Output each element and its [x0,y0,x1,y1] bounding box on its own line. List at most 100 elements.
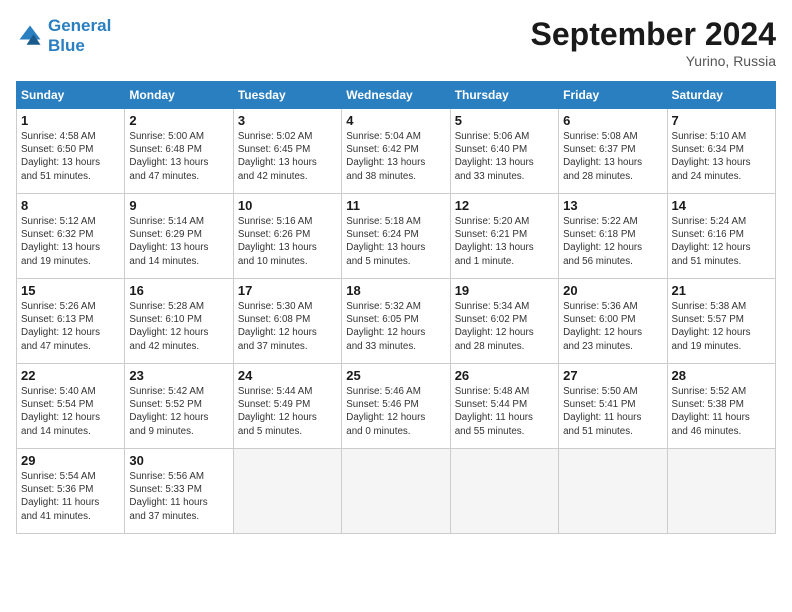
day-info: Sunrise: 5:30 AM Sunset: 6:08 PM Dayligh… [238,300,337,353]
calendar-cell: 29 Sunrise: 5:54 AM Sunset: 5:36 PM Dayli… [17,449,125,534]
day-info: Sunrise: 5:38 AM Sunset: 5:57 PM Dayligh… [672,300,771,353]
column-header-wednesday: Wednesday [342,82,450,109]
calendar-cell: 11 Sunrise: 5:18 AM Sunset: 6:24 PM Dayli… [342,194,450,279]
month-title: September 2024 [531,16,776,53]
week-row-2: 8 Sunrise: 5:12 AM Sunset: 6:32 PM Daylig… [17,194,776,279]
day-number: 13 [563,198,662,213]
day-info: Sunrise: 5:32 AM Sunset: 6:05 PM Dayligh… [346,300,445,353]
day-number: 24 [238,368,337,383]
day-info: Sunrise: 4:58 AM Sunset: 6:50 PM Dayligh… [21,130,120,183]
calendar-cell: 23Sunrise: 5:42 AM Sunset: 5:52 PM Dayli… [125,364,233,449]
column-header-sunday: Sunday [17,82,125,109]
calendar-cell: 2 Sunrise: 5:00 AM Sunset: 6:48 PM Daylig… [125,109,233,194]
day-info: Sunrise: 5:18 AM Sunset: 6:24 PM Dayligh… [346,215,445,268]
calendar-cell: 28 Sunrise: 5:52 AM Sunset: 5:38 PM Dayli… [667,364,775,449]
day-number: 17 [238,283,337,298]
column-header-thursday: Thursday [450,82,558,109]
day-info: Sunrise: 5:24 AM Sunset: 6:16 PM Dayligh… [672,215,771,268]
calendar: SundayMondayTuesdayWednesdayThursdayFrid… [16,81,776,534]
calendar-cell: 15 Sunrise: 5:26 AM Sunset: 6:13 PM Dayli… [17,279,125,364]
calendar-cell: 16 Sunrise: 5:28 AM Sunset: 6:10 PM Dayli… [125,279,233,364]
day-number: 4 [346,113,445,128]
calendar-cell: 24Sunrise: 5:44 AM Sunset: 5:49 PM Dayli… [233,364,341,449]
location: Yurino, Russia [531,53,776,69]
column-header-tuesday: Tuesday [233,82,341,109]
calendar-cell: 18 Sunrise: 5:32 AM Sunset: 6:05 PM Dayli… [342,279,450,364]
calendar-cell: 1 Sunrise: 4:58 AM Sunset: 6:50 PM Daylig… [17,109,125,194]
calendar-cell: 3 Sunrise: 5:02 AM Sunset: 6:45 PM Daylig… [233,109,341,194]
day-info: Sunrise: 5:20 AM Sunset: 6:21 PM Dayligh… [455,215,554,268]
column-header-saturday: Saturday [667,82,775,109]
calendar-cell: 20 Sunrise: 5:36 AM Sunset: 6:00 PM Dayli… [559,279,667,364]
day-number: 6 [563,113,662,128]
day-number: 11 [346,198,445,213]
day-number: 14 [672,198,771,213]
column-header-monday: Monday [125,82,233,109]
day-info: Sunrise: 5:28 AM Sunset: 6:10 PM Dayligh… [129,300,228,353]
week-row-4: 22 Sunrise: 5:40 AM Sunset: 5:54 PM Dayli… [17,364,776,449]
header: General Blue September 2024 Yurino, Russ… [16,16,776,69]
day-number: 10 [238,198,337,213]
calendar-cell: 25Sunrise: 5:46 AM Sunset: 5:46 PM Dayli… [342,364,450,449]
day-info: Sunrise: 5:10 AM Sunset: 6:34 PM Dayligh… [672,130,771,183]
column-header-friday: Friday [559,82,667,109]
day-info: Sunrise: 5:14 AM Sunset: 6:29 PM Dayligh… [129,215,228,268]
calendar-cell: 9 Sunrise: 5:14 AM Sunset: 6:29 PM Daylig… [125,194,233,279]
title-area: September 2024 Yurino, Russia [531,16,776,69]
day-number: 19 [455,283,554,298]
week-row-1: 1 Sunrise: 4:58 AM Sunset: 6:50 PM Daylig… [17,109,776,194]
calendar-cell: 4 Sunrise: 5:04 AM Sunset: 6:42 PM Daylig… [342,109,450,194]
day-info: Sunrise: 5:12 AM Sunset: 6:32 PM Dayligh… [21,215,120,268]
day-number: 22 [21,368,120,383]
calendar-cell [667,449,775,534]
day-number: 28 [672,368,771,383]
day-number: 16 [129,283,228,298]
calendar-cell: 5 Sunrise: 5:06 AM Sunset: 6:40 PM Daylig… [450,109,558,194]
column-headers: SundayMondayTuesdayWednesdayThursdayFrid… [17,82,776,109]
day-number: 18 [346,283,445,298]
calendar-cell: 21Sunrise: 5:38 AM Sunset: 5:57 PM Dayli… [667,279,775,364]
day-info: Sunrise: 5:52 AM Sunset: 5:38 PM Dayligh… [672,385,771,438]
calendar-cell: 6 Sunrise: 5:08 AM Sunset: 6:37 PM Daylig… [559,109,667,194]
day-number: 20 [563,283,662,298]
calendar-cell: 17 Sunrise: 5:30 AM Sunset: 6:08 PM Dayli… [233,279,341,364]
day-number: 26 [455,368,554,383]
week-row-5: 29 Sunrise: 5:54 AM Sunset: 5:36 PM Dayli… [17,449,776,534]
day-info: Sunrise: 5:56 AM Sunset: 5:33 PM Dayligh… [129,470,228,523]
day-info: Sunrise: 5:48 AM Sunset: 5:44 PM Dayligh… [455,385,554,438]
logo: General Blue [16,16,111,55]
day-number: 5 [455,113,554,128]
day-info: Sunrise: 5:26 AM Sunset: 6:13 PM Dayligh… [21,300,120,353]
day-info: Sunrise: 5:02 AM Sunset: 6:45 PM Dayligh… [238,130,337,183]
day-number: 8 [21,198,120,213]
calendar-cell: 13 Sunrise: 5:22 AM Sunset: 6:18 PM Dayli… [559,194,667,279]
day-info: Sunrise: 5:16 AM Sunset: 6:26 PM Dayligh… [238,215,337,268]
calendar-cell [559,449,667,534]
day-info: Sunrise: 5:22 AM Sunset: 6:18 PM Dayligh… [563,215,662,268]
day-info: Sunrise: 5:54 AM Sunset: 5:36 PM Dayligh… [21,470,120,523]
day-info: Sunrise: 5:36 AM Sunset: 6:00 PM Dayligh… [563,300,662,353]
day-number: 7 [672,113,771,128]
day-info: Sunrise: 5:50 AM Sunset: 5:41 PM Dayligh… [563,385,662,438]
day-info: Sunrise: 5:40 AM Sunset: 5:54 PM Dayligh… [21,385,120,438]
day-number: 12 [455,198,554,213]
calendar-cell: 10 Sunrise: 5:16 AM Sunset: 6:26 PM Dayli… [233,194,341,279]
day-info: Sunrise: 5:00 AM Sunset: 6:48 PM Dayligh… [129,130,228,183]
day-number: 15 [21,283,120,298]
calendar-cell [450,449,558,534]
day-info: Sunrise: 5:08 AM Sunset: 6:37 PM Dayligh… [563,130,662,183]
day-number: 1 [21,113,120,128]
day-number: 2 [129,113,228,128]
day-number: 3 [238,113,337,128]
day-number: 9 [129,198,228,213]
calendar-cell [233,449,341,534]
day-number: 29 [21,453,120,468]
week-row-3: 15 Sunrise: 5:26 AM Sunset: 6:13 PM Dayli… [17,279,776,364]
calendar-cell [342,449,450,534]
day-number: 23 [129,368,228,383]
calendar-cell: 12 Sunrise: 5:20 AM Sunset: 6:21 PM Dayli… [450,194,558,279]
day-info: Sunrise: 5:06 AM Sunset: 6:40 PM Dayligh… [455,130,554,183]
day-info: Sunrise: 5:04 AM Sunset: 6:42 PM Dayligh… [346,130,445,183]
calendar-cell: 26 Sunrise: 5:48 AM Sunset: 5:44 PM Dayli… [450,364,558,449]
calendar-cell: 22 Sunrise: 5:40 AM Sunset: 5:54 PM Dayli… [17,364,125,449]
